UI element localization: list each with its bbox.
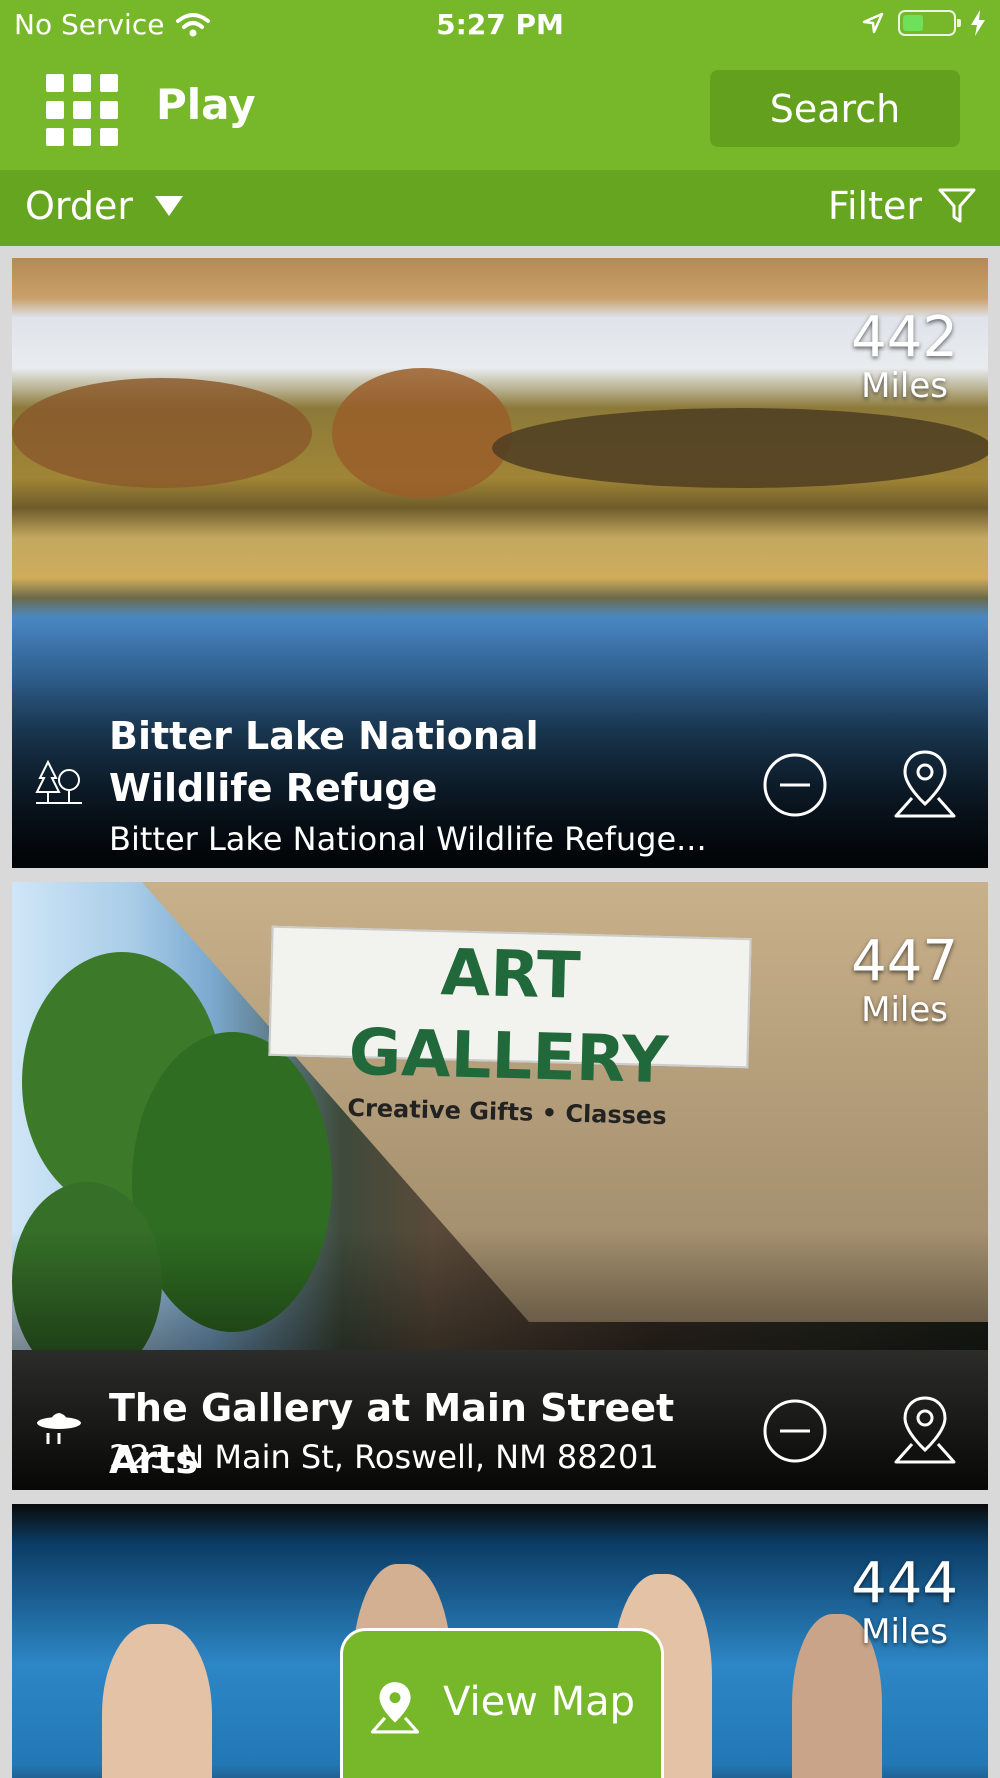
- map-pin-icon: [370, 1682, 420, 1734]
- distance-badge: 447 Miles: [851, 929, 958, 1031]
- distance-unit: Miles: [861, 1612, 948, 1652]
- nav-bar: Play Search: [0, 50, 1000, 170]
- menu-grid-icon[interactable]: [46, 74, 118, 146]
- view-map-button[interactable]: View Map: [340, 1628, 664, 1778]
- location-arrow-icon: [862, 12, 884, 34]
- filter-button[interactable]: Filter: [828, 184, 976, 228]
- battery-icon: [898, 10, 961, 36]
- distance-unit: Miles: [861, 366, 948, 406]
- place-subtitle: Bitter Lake National Wildlife Refuge...: [109, 820, 707, 858]
- distance-value: 447: [851, 929, 958, 994]
- sort-filter-bar: Order Filter: [0, 170, 1000, 246]
- search-button[interactable]: Search: [710, 70, 960, 147]
- ufo-icon: [37, 1413, 81, 1444]
- view-map-label: View Map: [442, 1679, 636, 1725]
- order-dropdown[interactable]: Order: [25, 184, 183, 228]
- distance-value: 444: [851, 1551, 958, 1616]
- clock: 5:27 PM: [436, 8, 564, 41]
- filter-funnel-icon: [938, 188, 976, 223]
- remove-circle-icon[interactable]: [762, 752, 828, 818]
- place-subtitle: 223 N Main St, Roswell, NM 88201: [109, 1438, 659, 1476]
- photo-banner: ART GALLERY Creative Gifts • Classes: [268, 925, 752, 1130]
- distance-badge: 442 Miles: [851, 305, 958, 407]
- trees-icon: [35, 759, 82, 804]
- place-card[interactable]: 442 Miles Bitter Lake National Wildlife …: [12, 258, 988, 868]
- filter-label: Filter: [827, 184, 922, 228]
- remove-circle-icon[interactable]: [762, 1398, 828, 1464]
- map-pin-icon[interactable]: [892, 1394, 958, 1466]
- distance-value: 442: [851, 305, 958, 370]
- page-title: Play: [156, 80, 256, 129]
- header: No Service 5:27 PM Play Search: [0, 0, 1000, 170]
- place-card[interactable]: ART GALLERY Creative Gifts • Classes 447…: [12, 882, 988, 1490]
- distance-unit: Miles: [861, 990, 948, 1030]
- place-title: Bitter Lake National Wildlife Refuge: [109, 714, 539, 810]
- order-label: Order: [25, 184, 133, 228]
- charging-bolt-icon: [971, 10, 985, 36]
- caret-down-icon: [155, 196, 183, 216]
- map-pin-icon[interactable]: [892, 748, 958, 820]
- distance-badge: 444 Miles: [851, 1551, 958, 1653]
- status-bar: No Service 5:27 PM: [0, 0, 1000, 50]
